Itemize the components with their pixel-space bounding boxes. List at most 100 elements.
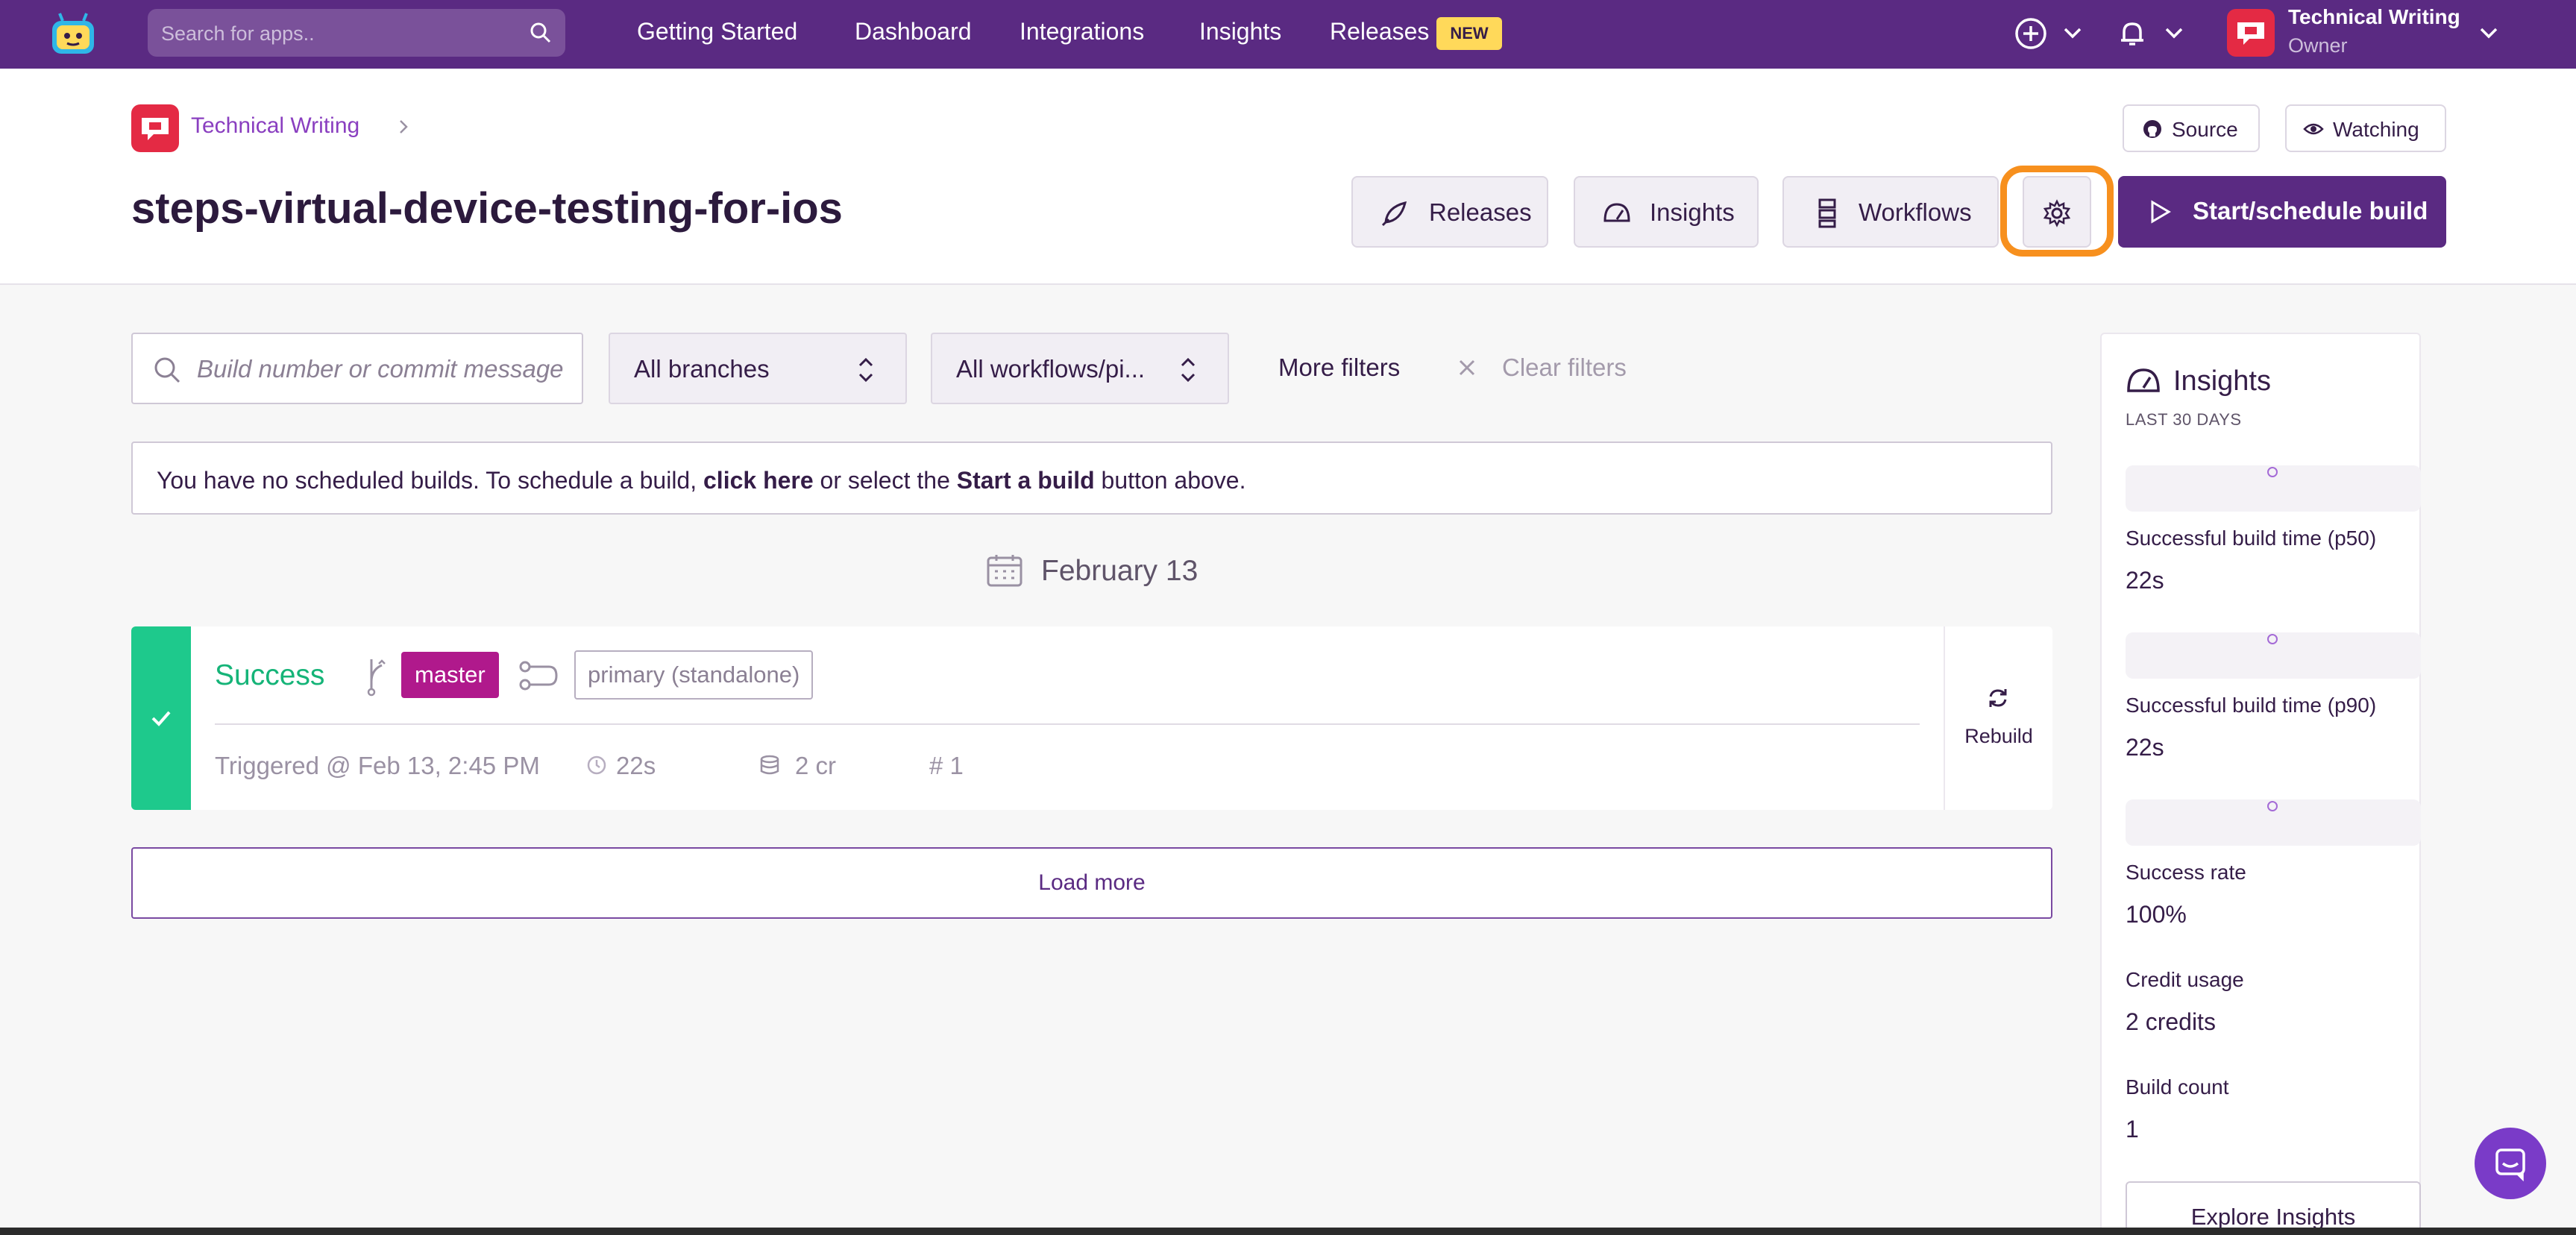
workflows-label: Workflows	[1859, 198, 1972, 226]
chevron-right-icon	[400, 120, 408, 133]
start-build-reference: Start a build	[956, 467, 1095, 494]
refresh-icon	[1989, 689, 2007, 707]
search-icon	[154, 357, 180, 383]
workflow-select-value: All workflows/pi...	[956, 355, 1146, 383]
insights-panel: Insights LAST 30 DAYS Successful build t…	[2100, 333, 2421, 1235]
select-arrows-icon	[1181, 357, 1196, 383]
rocket-icon	[1381, 201, 1407, 227]
sparkline-p90	[2126, 632, 2421, 679]
gauge-icon	[1603, 203, 1630, 222]
settings-highlight-ring	[2000, 166, 2114, 257]
metric-value-build-count: 1	[2126, 1116, 2139, 1143]
branch-select-value: All branches	[634, 355, 770, 383]
rebuild-button[interactable]: Rebuild	[1945, 626, 2052, 810]
github-icon	[2143, 120, 2161, 138]
branch-icon	[367, 659, 386, 697]
build-duration-value: 22s	[616, 752, 656, 779]
account-logo-icon	[2237, 22, 2264, 45]
app-logo-icon	[142, 118, 169, 140]
gauge-icon	[2127, 368, 2160, 392]
workflow-icon	[1818, 198, 1836, 228]
source-label: Source	[2172, 118, 2238, 141]
nav-insights[interactable]: Insights	[1199, 18, 1281, 45]
metric-value-p50: 22s	[2126, 567, 2164, 594]
workflow-select[interactable]: All workflows/pi...	[931, 333, 1229, 404]
build-status[interactable]: Success	[215, 659, 324, 692]
eye-icon	[2303, 123, 2324, 135]
app-search-input[interactable]: Search for apps..	[148, 9, 565, 57]
start-schedule-build-button[interactable]: Start/schedule build	[2118, 176, 2446, 248]
notice-suffix: button above.	[1094, 467, 1246, 494]
add-icon[interactable]	[2014, 16, 2048, 51]
app-avatar[interactable]	[131, 104, 179, 152]
nav-dashboard[interactable]: Dashboard	[855, 18, 972, 45]
chevron-down-icon[interactable]	[2063, 25, 2082, 40]
credits-stack-icon	[760, 755, 779, 775]
metric-label-build-count: Build count	[2126, 1075, 2229, 1099]
search-icon	[530, 22, 551, 43]
sparkline-p50	[2126, 465, 2421, 512]
account-name[interactable]: Technical Writing	[2288, 5, 2460, 29]
nav-integrations[interactable]: Integrations	[1020, 18, 1144, 45]
releases-label: Releases	[1429, 198, 1532, 226]
metric-label-p90: Successful build time (p90)	[2126, 694, 2377, 717]
nav-getting-started[interactable]: Getting Started	[637, 18, 797, 45]
build-search-input[interactable]	[197, 349, 570, 389]
insights-title: Insights	[2173, 365, 2271, 397]
build-credits-value: 2 cr	[795, 752, 837, 779]
clock-icon	[587, 755, 606, 775]
metric-value-credit-usage: 2 credits	[2126, 1008, 2216, 1035]
breadcrumb-workspace-link[interactable]: Technical Writing	[191, 113, 359, 139]
top-nav: Search for apps.. Getting Started Dashbo…	[0, 0, 2576, 69]
chevron-down-icon[interactable]	[2164, 25, 2184, 40]
build-triggered-time: Triggered @ Feb 13, 2:45 PM	[215, 752, 540, 779]
scheduled-builds-notice: You have no scheduled builds. To schedul…	[131, 441, 2052, 515]
releases-button[interactable]: Releases	[1351, 176, 1548, 248]
workflow-path-icon	[519, 661, 558, 691]
chat-icon	[2495, 1148, 2525, 1181]
workflows-button[interactable]: Workflows	[1782, 176, 1999, 248]
build-card[interactable]: Success master primary (standalone) Trig…	[131, 626, 2052, 810]
support-chat-button[interactable]	[2475, 1128, 2546, 1199]
build-duration: 22s	[586, 752, 656, 780]
select-arrows-icon	[858, 357, 873, 383]
metric-label-p50: Successful build time (p50)	[2126, 527, 2377, 550]
metric-label-success-rate: Success rate	[2126, 861, 2246, 884]
account-role: Owner	[2288, 34, 2348, 57]
chevron-down-icon[interactable]	[2479, 25, 2498, 40]
watching-button[interactable]: Watching	[2285, 104, 2446, 152]
play-icon	[2151, 200, 2171, 224]
build-number[interactable]: # 1	[929, 752, 964, 780]
metric-value-p90: 22s	[2126, 734, 2164, 761]
page-title: steps-virtual-device-testing-for-ios	[131, 184, 843, 233]
clear-filters-label: Clear filters	[1502, 353, 1627, 381]
insights-label: Insights	[1650, 198, 1735, 226]
account-avatar[interactable]	[2227, 9, 2275, 57]
metric-value-success-rate: 100%	[2126, 901, 2187, 928]
insights-period: LAST 30 DAYS	[2126, 410, 2242, 429]
nav-releases[interactable]: Releases	[1330, 18, 1429, 45]
build-status-bar	[131, 626, 191, 810]
branch-select[interactable]: All branches	[609, 333, 907, 404]
bell-icon[interactable]	[2115, 16, 2149, 51]
window-bottom-edge	[0, 1228, 2576, 1235]
card-divider	[215, 723, 1920, 725]
notice-prefix: You have no scheduled builds. To schedul…	[157, 467, 703, 494]
metric-label-credit-usage: Credit usage	[2126, 968, 2244, 991]
schedule-build-link[interactable]: click here	[703, 467, 814, 494]
check-icon	[151, 711, 171, 726]
insights-button[interactable]: Insights	[1574, 176, 1759, 248]
branch-badge: master	[401, 652, 499, 698]
start-schedule-build-label: Start/schedule build	[2193, 197, 2428, 224]
date-group-label: February 13	[1041, 555, 1199, 587]
load-more-button[interactable]: Load more	[131, 847, 2052, 919]
workflow-tag: primary (standalone)	[574, 650, 814, 700]
app-search-placeholder: Search for apps..	[161, 22, 315, 45]
bitrise-logo-icon[interactable]	[48, 10, 98, 57]
source-button[interactable]: Source	[2123, 104, 2260, 152]
notice-middle: or select the	[813, 467, 957, 494]
rebuild-label: Rebuild	[1964, 725, 2033, 747]
more-filters-button[interactable]: More filters	[1278, 353, 1400, 382]
build-search-field[interactable]	[131, 333, 583, 404]
new-badge: NEW	[1436, 17, 1502, 50]
